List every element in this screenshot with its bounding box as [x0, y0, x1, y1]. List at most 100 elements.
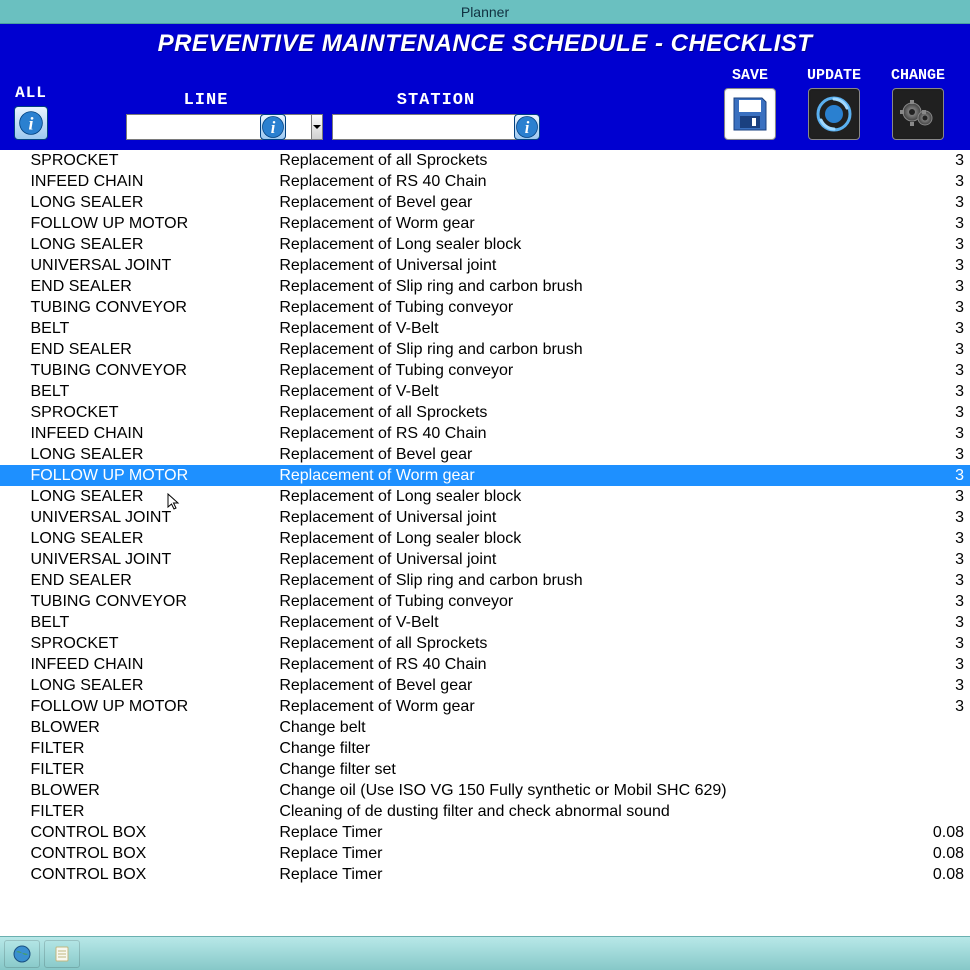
table-row[interactable]: BELTReplacement of V-Belt3: [0, 381, 970, 402]
value-cell: [919, 759, 970, 780]
table-row[interactable]: CONTROL BOXReplace Timer0.08: [0, 822, 970, 843]
component-cell: BLOWER: [30, 717, 279, 738]
table-row[interactable]: FILTERCleaning of de dusting filter and …: [0, 801, 970, 822]
update-button[interactable]: [808, 88, 860, 140]
value-cell: 3: [919, 696, 970, 717]
task-cell: Replacement of Bevel gear: [279, 675, 919, 696]
table-row[interactable]: TUBING CONVEYORReplacement of Tubing con…: [0, 297, 970, 318]
table-row[interactable]: LONG SEALERReplacement of Bevel gear3: [0, 444, 970, 465]
table-row[interactable]: BLOWERChange belt: [0, 717, 970, 738]
table-row[interactable]: BELTReplacement of V-Belt3: [0, 612, 970, 633]
task-cell: Replace Timer: [279, 822, 919, 843]
save-label: SAVE: [732, 67, 768, 84]
component-cell: CONTROL BOX: [30, 864, 279, 885]
row-indent: [0, 171, 30, 192]
table-row[interactable]: FOLLOW UP MOTORReplacement of Worm gear3: [0, 696, 970, 717]
table-row[interactable]: END SEALERReplacement of Slip ring and c…: [0, 339, 970, 360]
table-row[interactable]: FILTERChange filter set: [0, 759, 970, 780]
value-cell: 3: [919, 318, 970, 339]
taskbar-item-globe[interactable]: [4, 940, 40, 968]
component-cell: FOLLOW UP MOTOR: [30, 465, 279, 486]
table-row[interactable]: INFEED CHAINReplacement of RS 40 Chain3: [0, 654, 970, 675]
table-row[interactable]: UNIVERSAL JOINTReplacement of Universal …: [0, 507, 970, 528]
component-cell: FILTER: [30, 738, 279, 759]
save-button[interactable]: [724, 88, 776, 140]
task-cell: Replacement of Worm gear: [279, 465, 919, 486]
table-row[interactable]: CONTROL BOXReplace Timer0.08: [0, 864, 970, 885]
value-cell: 3: [919, 234, 970, 255]
table-row[interactable]: UNIVERSAL JOINTReplacement of Universal …: [0, 255, 970, 276]
info-icon: i: [261, 114, 285, 140]
table-row[interactable]: CONTROL BOXReplace Timer0.08: [0, 843, 970, 864]
checklist-table[interactable]: SPROCKETReplacement of all Sprockets3INF…: [0, 150, 970, 885]
table-row[interactable]: SPROCKETReplacement of all Sprockets3: [0, 633, 970, 654]
task-cell: Replacement of V-Belt: [279, 318, 919, 339]
value-cell: 3: [919, 507, 970, 528]
taskbar-item-notepad[interactable]: [44, 940, 80, 968]
table-row[interactable]: FILTERChange filter: [0, 738, 970, 759]
component-cell: SPROCKET: [30, 633, 279, 654]
table-row[interactable]: BELTReplacement of V-Belt3: [0, 318, 970, 339]
table-row[interactable]: FOLLOW UP MOTORReplacement of Worm gear3: [0, 213, 970, 234]
value-cell: [919, 738, 970, 759]
row-indent: [0, 780, 30, 801]
checklist-grid[interactable]: SPROCKETReplacement of all Sprockets3INF…: [0, 150, 970, 936]
value-cell: 3: [919, 423, 970, 444]
table-row[interactable]: LONG SEALERReplacement of Long sealer bl…: [0, 234, 970, 255]
window-titlebar: Planner: [0, 0, 970, 24]
toolbar: ALL i LINE i STATION: [10, 62, 960, 140]
info-icon: i: [515, 114, 539, 140]
task-cell: Change filter set: [279, 759, 919, 780]
table-row[interactable]: INFEED CHAINReplacement of RS 40 Chain3: [0, 171, 970, 192]
value-cell: 3: [919, 381, 970, 402]
table-row[interactable]: BLOWERChange oil (Use ISO VG 150 Fully s…: [0, 780, 970, 801]
component-cell: FOLLOW UP MOTOR: [30, 696, 279, 717]
table-row[interactable]: FOLLOW UP MOTORReplacement of Worm gear3: [0, 465, 970, 486]
station-combobox[interactable]: [332, 114, 510, 140]
station-input[interactable]: [332, 114, 517, 140]
value-cell: 3: [919, 213, 970, 234]
task-cell: Replacement of V-Belt: [279, 612, 919, 633]
value-cell: 3: [919, 654, 970, 675]
component-cell: SPROCKET: [30, 402, 279, 423]
all-info-button[interactable]: i: [14, 106, 48, 140]
component-cell: TUBING CONVEYOR: [30, 297, 279, 318]
update-label: UPDATE: [807, 67, 861, 84]
table-row[interactable]: LONG SEALERReplacement of Bevel gear3: [0, 675, 970, 696]
value-cell: [919, 780, 970, 801]
value-cell: 0.08: [919, 864, 970, 885]
table-row[interactable]: END SEALERReplacement of Slip ring and c…: [0, 570, 970, 591]
table-row[interactable]: LONG SEALERReplacement of Long sealer bl…: [0, 486, 970, 507]
row-indent: [0, 633, 30, 654]
table-row[interactable]: LONG SEALERReplacement of Long sealer bl…: [0, 528, 970, 549]
station-info-button[interactable]: i: [514, 114, 540, 140]
table-row[interactable]: UNIVERSAL JOINTReplacement of Universal …: [0, 549, 970, 570]
component-cell: LONG SEALER: [30, 486, 279, 507]
row-indent: [0, 318, 30, 339]
table-row[interactable]: TUBING CONVEYORReplacement of Tubing con…: [0, 591, 970, 612]
task-cell: Replacement of Slip ring and carbon brus…: [279, 570, 919, 591]
task-cell: Replacement of Worm gear: [279, 213, 919, 234]
table-row[interactable]: LONG SEALERReplacement of Bevel gear3: [0, 192, 970, 213]
row-indent: [0, 213, 30, 234]
row-indent: [0, 297, 30, 318]
component-cell: FILTER: [30, 801, 279, 822]
svg-text:i: i: [525, 118, 530, 137]
line-info-button[interactable]: i: [260, 114, 286, 140]
table-row[interactable]: TUBING CONVEYORReplacement of Tubing con…: [0, 360, 970, 381]
table-row[interactable]: SPROCKETReplacement of all Sprockets3: [0, 150, 970, 171]
row-indent: [0, 528, 30, 549]
row-indent: [0, 843, 30, 864]
line-combobox[interactable]: [126, 114, 256, 140]
station-column: STATION i: [306, 62, 566, 140]
table-row[interactable]: SPROCKETReplacement of all Sprockets3: [0, 402, 970, 423]
all-column: ALL i: [10, 62, 52, 140]
table-row[interactable]: INFEED CHAINReplacement of RS 40 Chain3: [0, 423, 970, 444]
change-button[interactable]: [892, 88, 944, 140]
table-row[interactable]: END SEALERReplacement of Slip ring and c…: [0, 276, 970, 297]
row-indent: [0, 801, 30, 822]
component-cell: UNIVERSAL JOINT: [30, 549, 279, 570]
update-column: UPDATE: [792, 62, 876, 140]
value-cell: 3: [919, 633, 970, 654]
row-indent: [0, 507, 30, 528]
